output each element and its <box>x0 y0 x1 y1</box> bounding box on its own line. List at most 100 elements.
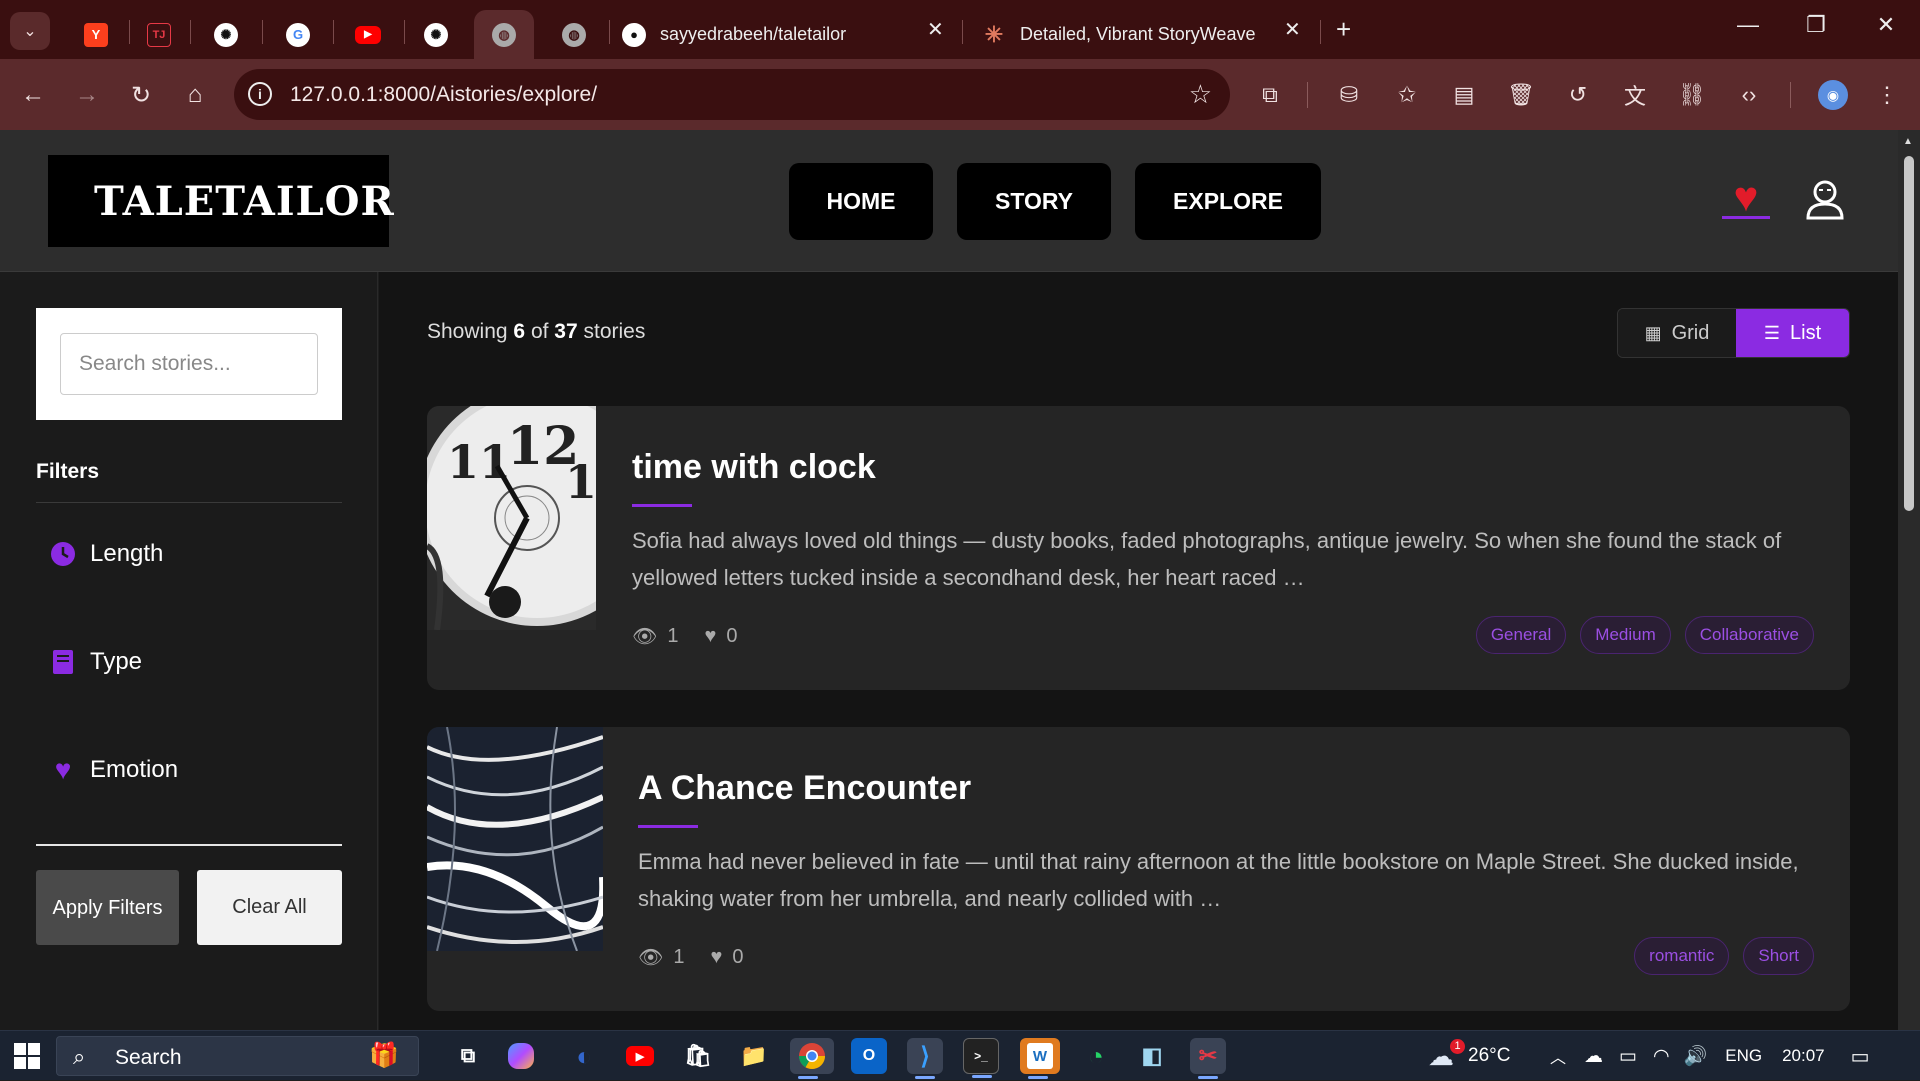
eye-icon: 👁 <box>632 626 658 648</box>
new-tab-icon[interactable]: + <box>1336 14 1351 45</box>
task-view-icon[interactable]: ⧉ <box>450 1038 486 1074</box>
tab-google[interactable]: G <box>268 10 328 59</box>
tab-github[interactable]: ● sayyedrabeeh/taletailor <box>622 10 952 59</box>
filter-type[interactable]: Type <box>50 648 142 676</box>
close-icon[interactable]: ✕ <box>1284 17 1301 42</box>
onedrive-error-icon[interactable]: ☁ <box>1584 1045 1603 1068</box>
trash-icon[interactable]: 🗑 <box>1506 80 1536 110</box>
scroll-thumb[interactable] <box>1904 156 1914 511</box>
code-icon[interactable]: ‹› <box>1734 80 1764 110</box>
showing-suffix: stories <box>583 320 646 343</box>
forward-icon[interactable]: → <box>70 78 104 112</box>
bookmark-star-icon[interactable]: ☆ <box>1189 79 1212 110</box>
heart-icon: ♥ <box>704 625 717 647</box>
translate-icon[interactable]: 文 <box>1620 80 1650 110</box>
clear-all-button[interactable]: Clear All <box>197 870 342 945</box>
incognito-icon[interactable]: ⛁ <box>1334 80 1364 110</box>
back-icon[interactable]: ← <box>16 78 50 112</box>
store-icon[interactable]: 🛍 <box>680 1038 716 1074</box>
vscode-icon[interactable]: ⟩ <box>907 1038 943 1079</box>
search-input[interactable] <box>60 333 318 395</box>
tab-chatgpt-2[interactable]: ✺ <box>406 10 466 59</box>
battery-icon[interactable]: ▭ <box>1619 1045 1637 1068</box>
reading-list-icon[interactable]: ▤ <box>1449 80 1479 110</box>
tab-youtube[interactable]: ▶ <box>338 10 398 59</box>
tag[interactable]: Medium <box>1580 616 1671 654</box>
story-card[interactable]: A Chance Encounter Emma had never believ… <box>427 727 1850 1011</box>
story-title[interactable]: time with clock <box>632 448 876 487</box>
site-info-icon[interactable]: i <box>248 82 272 106</box>
google-icon: G <box>286 22 310 47</box>
reload-icon[interactable]: ↻ <box>124 78 158 112</box>
filter-length[interactable]: Length <box>50 540 163 568</box>
close-icon[interactable]: ✕ <box>927 17 944 42</box>
chevron-up-icon[interactable]: ︿ <box>1550 1044 1566 1068</box>
youtube-app-icon[interactable]: ▶ <box>622 1038 658 1074</box>
minimize-icon[interactable]: — <box>1728 12 1768 38</box>
link-icon[interactable]: ⛓ <box>1677 80 1707 110</box>
tag[interactable]: Short <box>1743 937 1814 975</box>
list-view-button[interactable]: ☰ List <box>1735 309 1849 357</box>
filter-emotion[interactable]: ♥ Emotion <box>50 754 178 785</box>
menu-dots-icon[interactable]: ⋮ <box>1872 80 1902 110</box>
tab-active-local[interactable]: ◍ <box>474 10 534 59</box>
tag[interactable]: General <box>1475 616 1567 654</box>
outlook-icon[interactable]: O <box>851 1038 887 1074</box>
filter-label: Length <box>90 540 164 567</box>
favorites-heart-icon[interactable]: ♥ <box>1722 175 1770 219</box>
favorites-icon[interactable]: ✩ <box>1392 80 1422 110</box>
story-card[interactable]: 11 12 1 time with clock Sofia had always… <box>427 406 1850 690</box>
filter-label: Type <box>90 648 143 675</box>
wifi-icon[interactable]: ◠ <box>1653 1045 1670 1068</box>
tag[interactable]: romantic <box>1634 937 1730 975</box>
tab-yandex[interactable]: Y <box>66 10 126 59</box>
snipping-tool-icon[interactable]: ✂ <box>1190 1038 1226 1079</box>
nav-home[interactable]: HOME <box>789 163 933 240</box>
clock-time[interactable]: 20:07 <box>1782 1046 1825 1066</box>
openai-icon: ✺ <box>214 22 238 47</box>
language-indicator[interactable]: ENG <box>1725 1046 1762 1066</box>
weather-widget[interactable]: ☁ 1 26°C <box>1428 1031 1510 1081</box>
apply-filters-button[interactable]: Apply Filters <box>36 870 179 945</box>
restore-icon[interactable]: ❐ <box>1796 12 1836 38</box>
extensions-icon[interactable]: ⧉ <box>1255 80 1285 110</box>
tab-chatgpt[interactable]: ✺ <box>196 10 256 59</box>
tab-local-2[interactable]: ◍ <box>544 10 604 59</box>
tab-search-button[interactable]: ⌄ <box>10 12 50 50</box>
notification-icon[interactable]: ▭ <box>1851 1044 1870 1069</box>
scroll-up-arrow-icon[interactable]: ▲ <box>1903 136 1913 147</box>
url-text[interactable]: 127.0.0.1:8000/Aistories/explore/ <box>290 83 597 107</box>
story-tags: romantic Short <box>1620 937 1814 975</box>
address-bar[interactable]: i 127.0.0.1:8000/Aistories/explore/ ☆ <box>234 69 1230 120</box>
history-icon[interactable]: ↺ <box>1563 80 1593 110</box>
whatsapp-icon[interactable]: ◔ <box>1078 1038 1114 1074</box>
filters-sidebar: Filters Length Type ♥ Emotion Apply Filt… <box>0 272 378 1030</box>
speaker-icon[interactable]: 🔊 <box>1684 1044 1708 1068</box>
tab-claude[interactable]: ✳ Detailed, Vibrant StoryWeave R <box>982 10 1272 59</box>
profile-avatar-icon[interactable]: ◉ <box>1818 80 1848 110</box>
notes-icon[interactable]: ◧ <box>1134 1038 1170 1074</box>
divider <box>36 502 342 503</box>
nav-story[interactable]: STORY <box>957 163 1111 240</box>
story-thumbnail-clock: 11 12 1 <box>427 406 596 630</box>
site-logo[interactable]: TALETAILOR <box>48 155 394 247</box>
terminal-icon[interactable]: >_ <box>963 1038 999 1078</box>
tag[interactable]: Collaborative <box>1684 616 1814 654</box>
page-scrollbar[interactable]: ▲ <box>1898 130 1920 1030</box>
window-close-icon[interactable]: ✕ <box>1866 12 1906 38</box>
taskbar-search[interactable]: ⌕ Search 🎁 <box>56 1036 419 1076</box>
nav-explore[interactable]: EXPLORE <box>1135 163 1321 240</box>
copilot-icon[interactable] <box>508 1043 534 1069</box>
edge-icon[interactable]: ◐ <box>566 1038 602 1074</box>
user-profile-icon[interactable] <box>1805 178 1845 220</box>
home-icon[interactable]: ⌂ <box>178 78 212 112</box>
file-explorer-icon[interactable]: 📁 <box>736 1038 772 1074</box>
story-title[interactable]: A Chance Encounter <box>638 769 971 808</box>
grid-view-button[interactable]: ▦ Grid <box>1618 309 1736 357</box>
windows-start-icon[interactable] <box>14 1043 40 1069</box>
word-app-icon[interactable]: W <box>1020 1038 1060 1079</box>
tab-tj[interactable]: TJ <box>134 10 184 59</box>
grid-icon: ▦ <box>1644 322 1662 343</box>
tab-separator <box>404 20 405 44</box>
chrome-icon[interactable] <box>790 1038 834 1079</box>
